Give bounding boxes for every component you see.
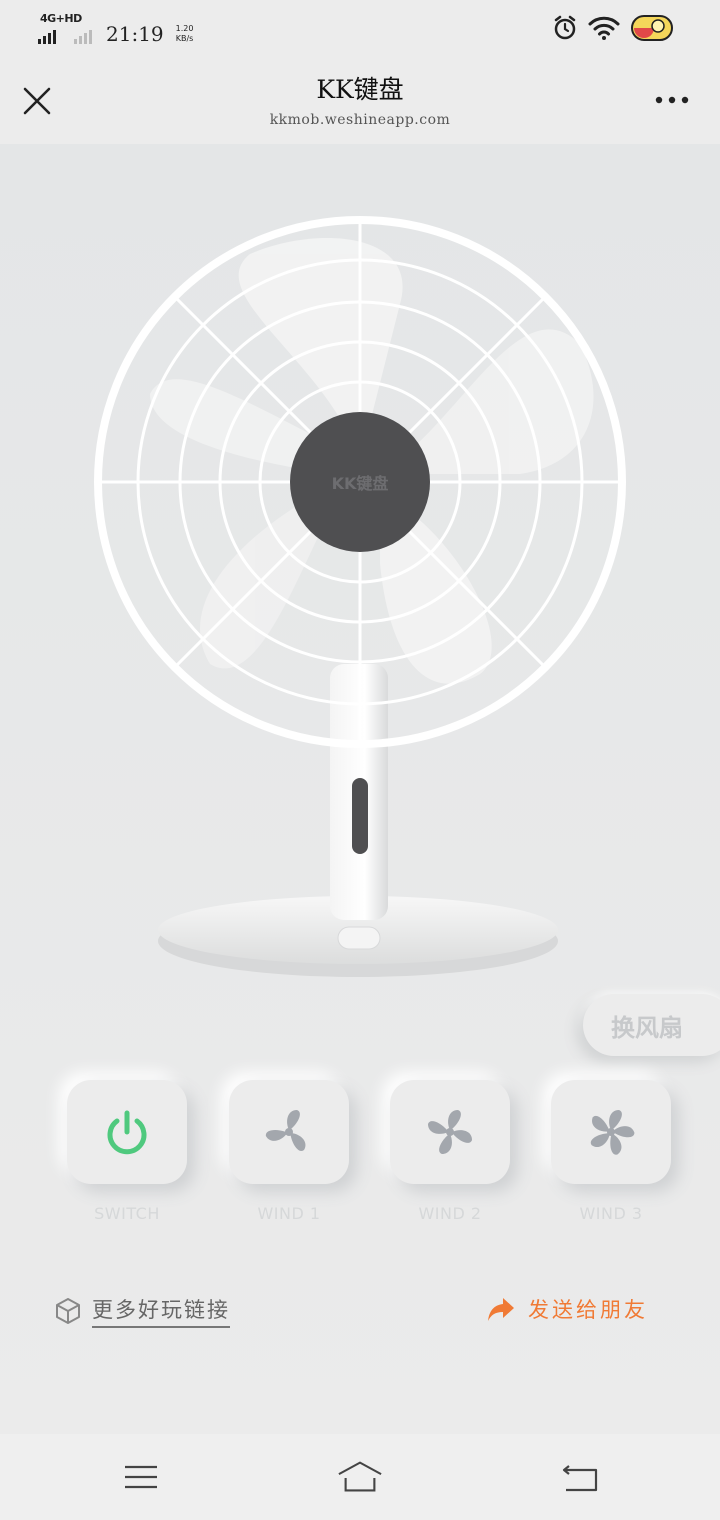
fan-icon [428, 1110, 472, 1154]
wind-1-button[interactable] [229, 1080, 349, 1184]
wind-3-label: WIND 3 [579, 1204, 643, 1223]
fan-icon [265, 1110, 306, 1151]
status-bar: 4G+HD 21:19 1.20 KB/s [0, 0, 720, 58]
fan-icon [590, 1110, 635, 1155]
back-icon [562, 1465, 598, 1492]
speed-unit: KB/s [175, 34, 194, 43]
title-bar: KK键盘 kkmob.weshineapp.com [0, 58, 720, 144]
more-links-text: 更多好玩链接 [92, 1294, 230, 1328]
signal-secondary-icon [74, 30, 92, 44]
page-url: kkmob.weshineapp.com [269, 112, 451, 128]
back-button[interactable] [556, 1454, 602, 1500]
share-arrow-icon [488, 1298, 514, 1321]
alarm-icon [554, 15, 576, 40]
wind-2-button[interactable] [390, 1080, 510, 1184]
wind-3-button[interactable] [551, 1080, 671, 1184]
battery-icon [631, 15, 673, 41]
main-content: KK键盘 [0, 144, 720, 1434]
fan-illustration: KK键盘 [94, 216, 626, 977]
signal-icon [38, 30, 56, 44]
power-icon [107, 1110, 147, 1155]
more-options-icon[interactable] [654, 94, 690, 106]
page-title: KK键盘 [316, 75, 404, 104]
wifi-icon [588, 16, 620, 40]
wind-1-label: WIND 1 [257, 1204, 321, 1223]
swap-fan-button[interactable]: 换风扇 [583, 994, 720, 1056]
switch-label: SWITCH [94, 1204, 160, 1223]
more-links[interactable]: 更多好玩链接 [54, 1294, 230, 1328]
fan-hub: KK键盘 [290, 412, 430, 552]
menu-button[interactable] [118, 1454, 164, 1500]
wind-2-label: WIND 2 [418, 1204, 482, 1223]
cube-icon [56, 1298, 80, 1324]
share-text: 发送给朋友 [528, 1298, 648, 1322]
network-speed: 1.20 KB/s [176, 24, 194, 44]
status-time: 21:19 [106, 22, 164, 46]
navigation-bar [0, 1434, 720, 1520]
home-button[interactable] [337, 1454, 383, 1500]
hub-logo: KK键盘 [332, 474, 389, 493]
switch-button[interactable] [67, 1080, 187, 1184]
menu-icon [125, 1465, 157, 1489]
speed-value: 1.20 [175, 24, 194, 33]
share-link[interactable]: 发送给朋友 [486, 1294, 648, 1324]
home-icon [338, 1461, 382, 1492]
swap-fan-label: 换风扇 [611, 1013, 683, 1042]
